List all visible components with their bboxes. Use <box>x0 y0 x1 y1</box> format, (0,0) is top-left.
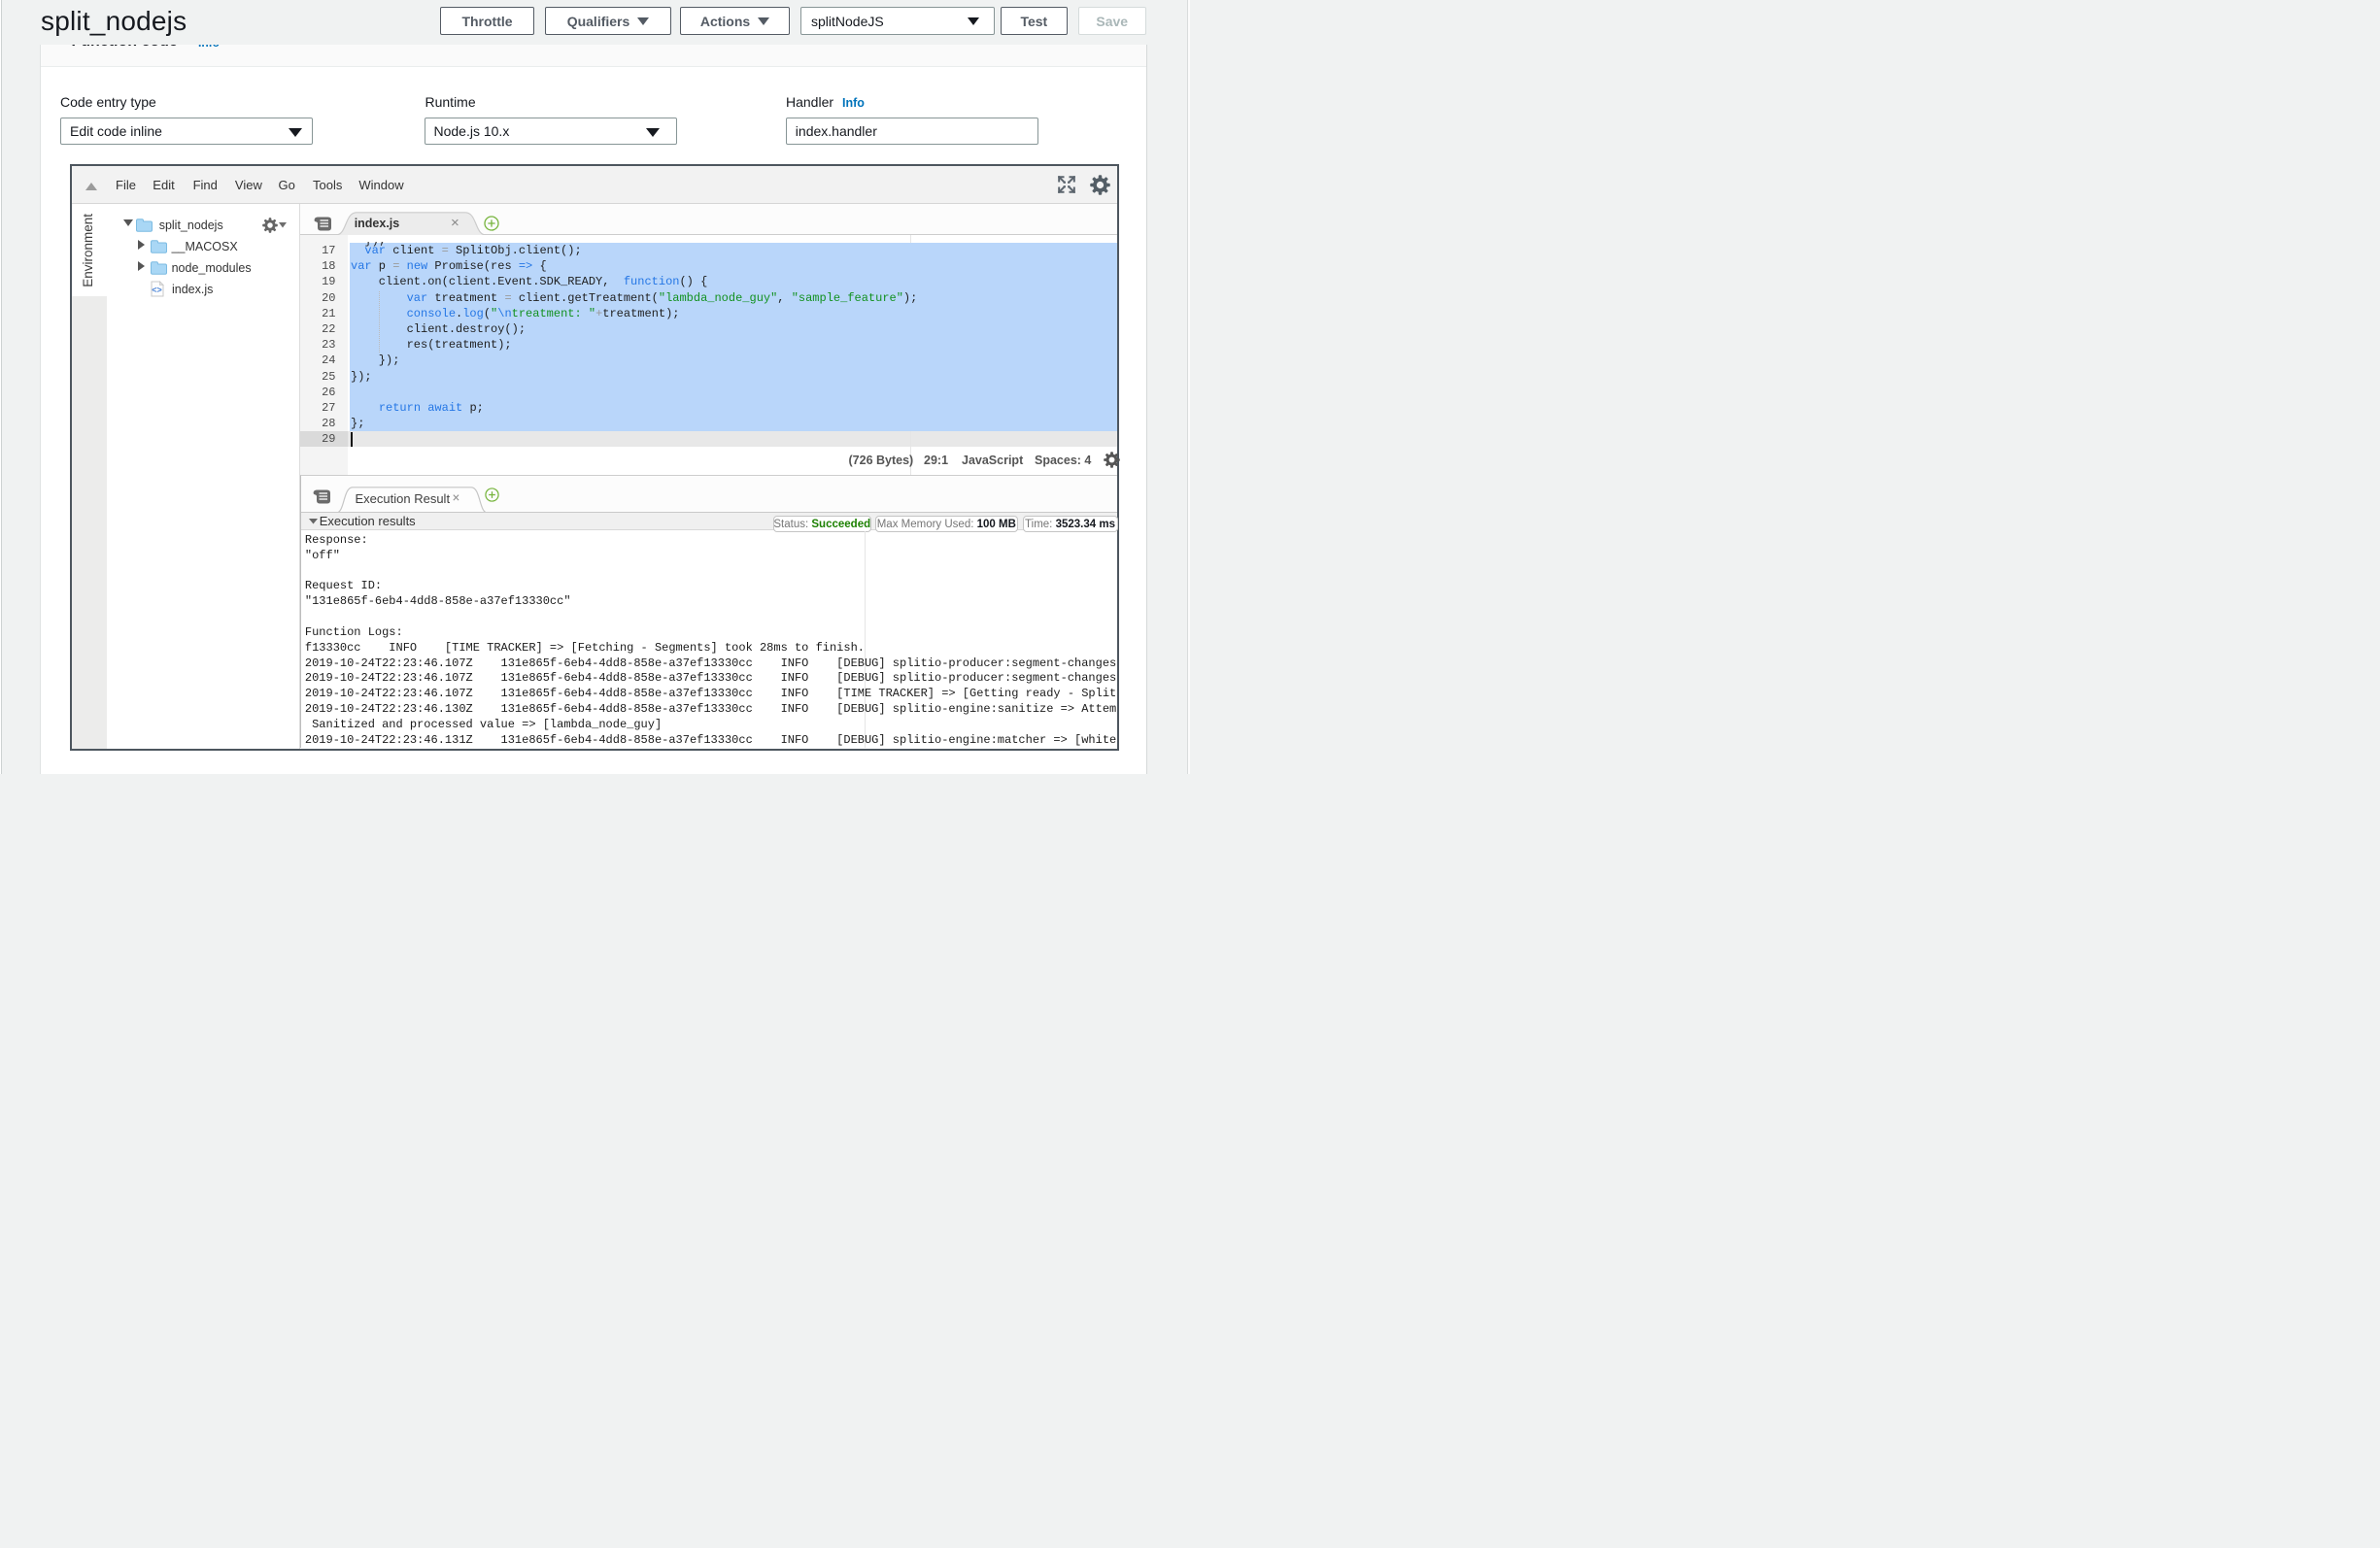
svg-text:<>: <> <box>152 286 162 295</box>
